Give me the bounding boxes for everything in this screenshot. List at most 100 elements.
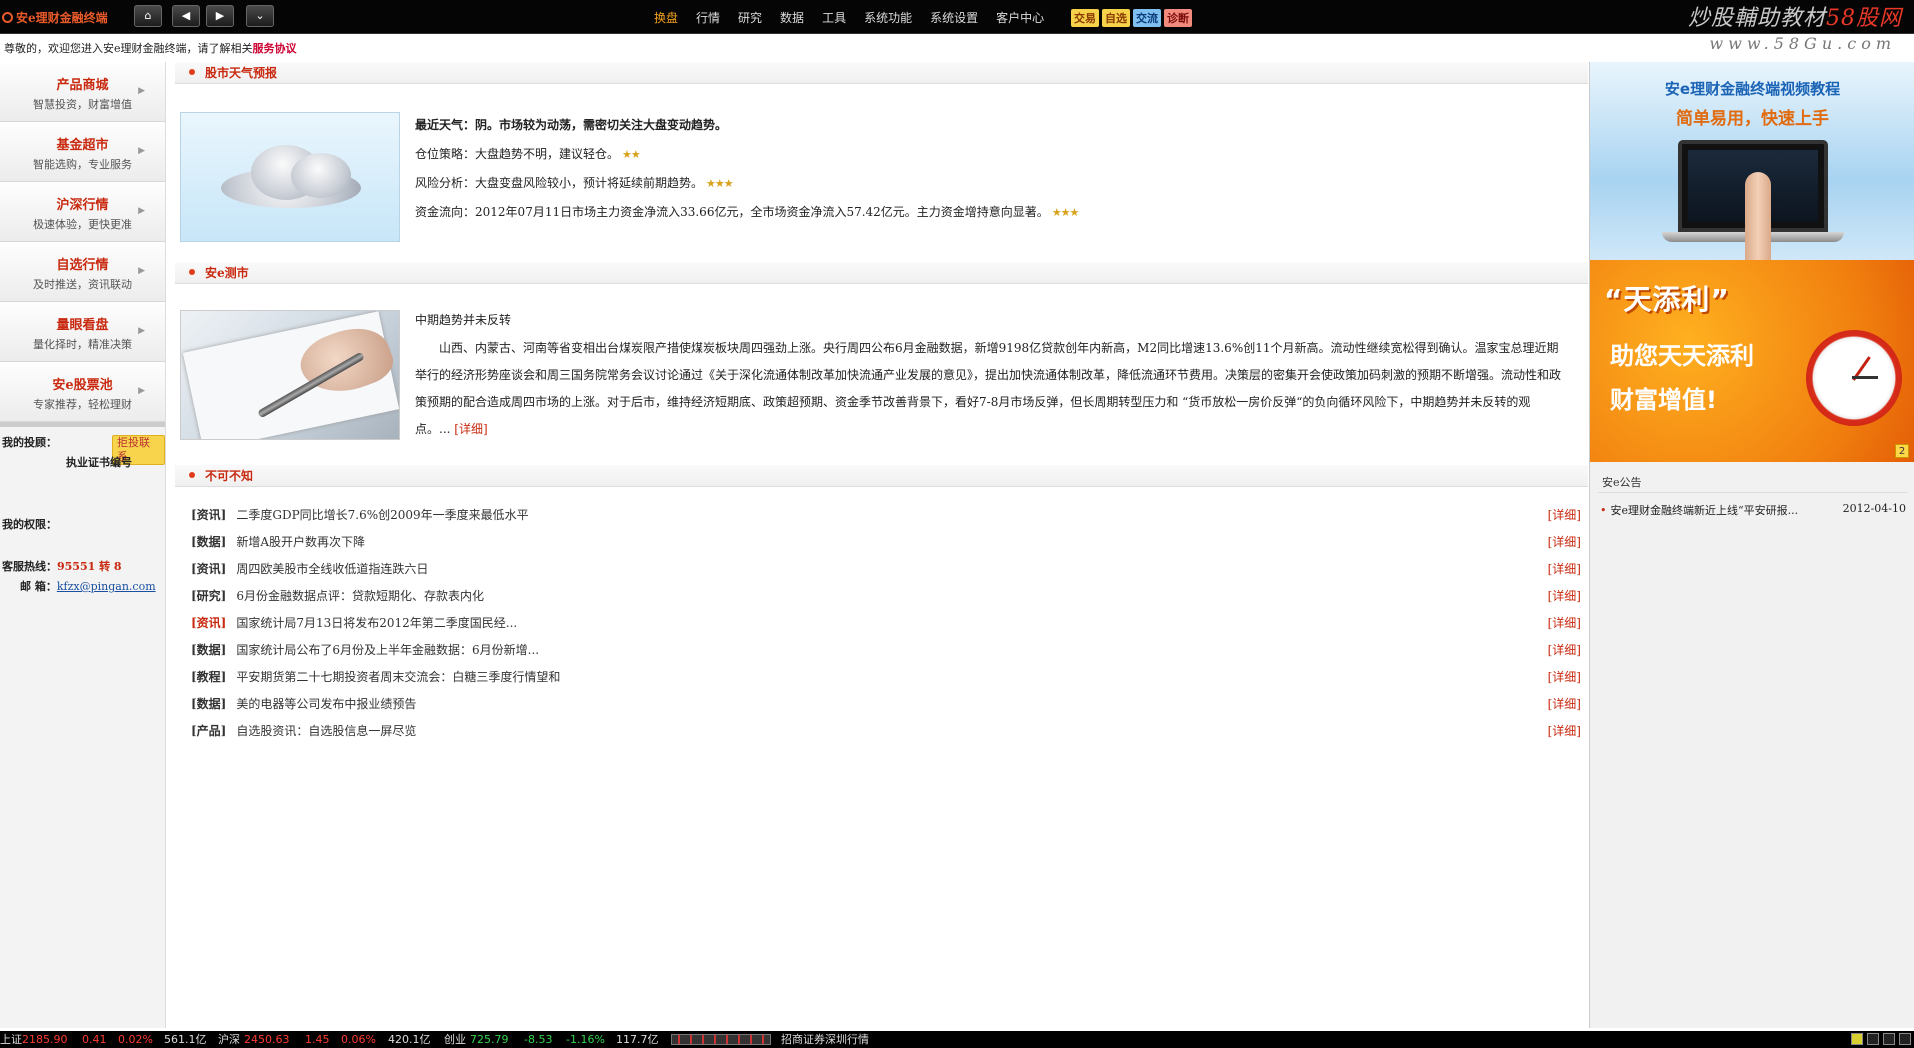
settings-icon[interactable] — [1883, 1033, 1895, 1045]
chevron-right-icon: ▶ — [138, 326, 145, 336]
bullet-icon — [189, 472, 195, 478]
forward-button[interactable]: ▶ — [206, 5, 234, 27]
menu-item-customer-center[interactable]: 客户中心 — [987, 9, 1053, 26]
weather-label: 风险分析： — [415, 176, 476, 190]
sidebar-item-watchlist-quotes[interactable]: 自选行情 及时推送，资讯联动 ▶ — [0, 242, 165, 302]
email-link[interactable]: kfzx@pingan.com — [57, 580, 156, 593]
news-more-link[interactable]: [详细] — [1548, 718, 1581, 745]
menu-item-tools[interactable]: 工具 — [813, 9, 855, 26]
help-icon[interactable] — [1899, 1033, 1911, 1045]
menu-item-switch[interactable]: 换盘 — [645, 9, 687, 26]
news-title-link[interactable]: 自选股资讯：自选股信息一屏尽览 — [236, 724, 416, 738]
news-more-link[interactable]: [详细] — [1548, 583, 1581, 610]
weather-value: 2012年07月11日市场主力资金净流入33.66亿元，全市场资金净流入57.4… — [475, 205, 1049, 219]
news-more-link[interactable]: [详细] — [1548, 664, 1581, 691]
news-title-link[interactable]: 二季度GDP同比增长7.6%创2009年一季度来最低水平 — [236, 508, 528, 522]
sidebar-item-stock-pool[interactable]: 安e股票池 专家推荐，轻松理财 ▶ — [0, 362, 165, 422]
news-category: [资讯] — [191, 562, 227, 576]
bullet-icon: • — [1600, 504, 1607, 517]
news-title-link[interactable]: 平安期货第二十七期投资者周末交流会：白糖三季度行情望和 — [236, 670, 560, 684]
watermark-url: www.58Gu.com — [1709, 34, 1896, 53]
video-tutorial-banner[interactable]: 安e理财金融终端视频教程 简单易用，快速上手 — [1590, 62, 1914, 260]
community-button[interactable]: 交流 — [1133, 9, 1161, 27]
weather-label: 最近天气： — [415, 118, 476, 132]
sidebar-item-product-mall[interactable]: 产品商城 智慧投资，财富增值 ▶ — [0, 62, 165, 122]
expand-button[interactable]: ⌄ — [246, 5, 274, 27]
cert-label: 执业证书编号 — [66, 456, 132, 469]
section-title: 安e测市 — [205, 266, 249, 280]
news-title-link[interactable]: 新增A股开户数再次下降 — [236, 535, 365, 549]
bullet-icon — [189, 269, 195, 275]
tiantianli-banner[interactable]: “天添利” 助您天天添利 财富增值! 2 — [1590, 260, 1914, 462]
advisor-row: 我的投顾： 拒投联系 — [2, 433, 165, 465]
news-category: [研究] — [191, 589, 227, 603]
cloud-weather-image — [180, 112, 400, 242]
service-agreement-link[interactable]: 服务协议 — [253, 42, 297, 55]
news-title-link[interactable]: 6月份金融数据点评：贷款短期化、存款表内化 — [236, 589, 484, 603]
menu-item-system-settings[interactable]: 系统设置 — [921, 9, 987, 26]
sh-pct: 0.02% — [118, 1033, 153, 1046]
broker-source[interactable]: 招商证券深圳行情 — [781, 1031, 869, 1048]
app-window: 安e理财金融终端 ⌂ ◀ ▶ ⌄ 换盘 行情 研究 数据 工具 系统功能 系统设… — [0, 0, 1914, 1048]
hotline-value: 95551 转 8 — [57, 560, 122, 573]
cert-number-row: 执业证书编号 — [2, 453, 165, 473]
sidebar-item-subtitle: 智慧投资，财富增值 — [33, 98, 132, 111]
news-more-link[interactable]: [详细] — [1548, 610, 1581, 637]
watchlist-button[interactable]: 自选 — [1102, 9, 1130, 27]
sidebar-item-subtitle: 极速体验，更快更准 — [33, 218, 132, 231]
market-minichart[interactable] — [671, 1034, 771, 1045]
welcome-bar: 尊敬的，欢迎您进入安e理财金融终端，请了解相关服务协议 — [0, 38, 1600, 60]
news-category: [数据] — [191, 697, 227, 711]
article-more-link[interactable]: [详细] — [454, 422, 487, 436]
hs-pct: 0.06% — [341, 1033, 376, 1046]
hs-amount: 420.1亿 — [388, 1033, 431, 1046]
message-icon[interactable] — [1867, 1033, 1879, 1045]
menu-item-research[interactable]: 研究 — [729, 9, 771, 26]
fund-flow-row: 资金流向：2012年07月11日市场主力资金净流入33.66亿元，全市场资金净流… — [415, 201, 1565, 230]
home-button[interactable]: ⌂ — [134, 5, 162, 27]
hs-value: 2450.63 — [244, 1033, 290, 1046]
news-title-link[interactable]: 美的电器等公司发布中报业绩预告 — [236, 697, 416, 711]
weather-row: 最近天气：阴。市场较为动荡，需密切关注大盘变动趋势。 — [415, 114, 1565, 143]
news-more-link[interactable]: [详细] — [1548, 556, 1581, 583]
welcome-text: 尊敬的，欢迎您进入安e理财金融终端，请了解相关 — [4, 42, 253, 55]
news-section-header: 不可不知 — [175, 465, 1588, 487]
back-button[interactable]: ◀ — [172, 5, 200, 27]
news-category: [产品] — [191, 724, 227, 738]
news-title-link[interactable]: 国家统计局7月13日将发布2012年第二季度国民经... — [236, 616, 517, 630]
diagnose-button[interactable]: 诊断 — [1164, 9, 1192, 27]
menu-item-market[interactable]: 行情 — [687, 9, 729, 26]
news-list: [资讯] 二季度GDP同比增长7.6%创2009年一季度来最低水平 [详细] [数据… — [191, 502, 1581, 745]
main-menu: 换盘 行情 研究 数据 工具 系统功能 系统设置 客户中心 — [645, 9, 1053, 26]
hotline-row: 客服热线：95551 转 8 — [2, 557, 165, 577]
sidebar-item-quant-view[interactable]: 量眼看盘 量化择时，精准决策 ▶ — [0, 302, 165, 362]
chevron-right-icon: ▶ — [138, 146, 145, 156]
sidebar-item-fund-market[interactable]: 基金超市 智能选购，专业服务 ▶ — [0, 122, 165, 182]
notice-item[interactable]: • 安e理财金融终端新近上线“平安研报... 2012-04-10 — [1600, 502, 1906, 518]
menu-item-system-functions[interactable]: 系统功能 — [855, 9, 921, 26]
weather-forecast: 最近天气：阴。市场较为动荡，需密切关注大盘变动趋势。 仓位策略：大盘趋势不明，建… — [415, 114, 1565, 230]
weather-section-header: 股市天气预报 — [175, 62, 1588, 84]
email-label: 邮 箱： — [20, 580, 57, 593]
star-rating-icon: ★★ — [622, 148, 641, 161]
status-icon[interactable] — [1851, 1033, 1863, 1045]
trade-button[interactable]: 交易 — [1071, 9, 1099, 27]
sh-change: 0.41 — [82, 1033, 107, 1046]
news-category: [数据] — [191, 643, 227, 657]
rights-label: 我的权限： — [2, 518, 57, 531]
news-row: [教程] 平安期货第二十七期投资者周末交流会：白糖三季度行情望和 [详细] — [191, 664, 1581, 691]
chevron-right-icon: ▶ — [138, 206, 145, 216]
weather-value: 大盘变盘风险较小，预计将延续前期趋势。 — [475, 176, 704, 190]
news-more-link[interactable]: [详细] — [1548, 637, 1581, 664]
news-more-link[interactable]: [详细] — [1548, 502, 1581, 529]
menu-item-data[interactable]: 数据 — [771, 9, 813, 26]
news-category: [数据] — [191, 535, 227, 549]
sidebar-item-hs-quotes[interactable]: 沪深行情 极速体验，更快更准 ▶ — [0, 182, 165, 242]
news-title-link[interactable]: 周四欧美股市全线收低道指连跌六日 — [236, 562, 428, 576]
banner-page-indicator[interactable]: 2 — [1895, 444, 1909, 458]
news-more-link[interactable]: [详细] — [1548, 691, 1581, 718]
news-more-link[interactable]: [详细] — [1548, 529, 1581, 556]
banner-title: “天添利” — [1604, 283, 1730, 316]
sidebar-divider — [0, 422, 165, 427]
news-title-link[interactable]: 国家统计局公布了6月份及上半年金融数据：6月份新增... — [236, 643, 539, 657]
